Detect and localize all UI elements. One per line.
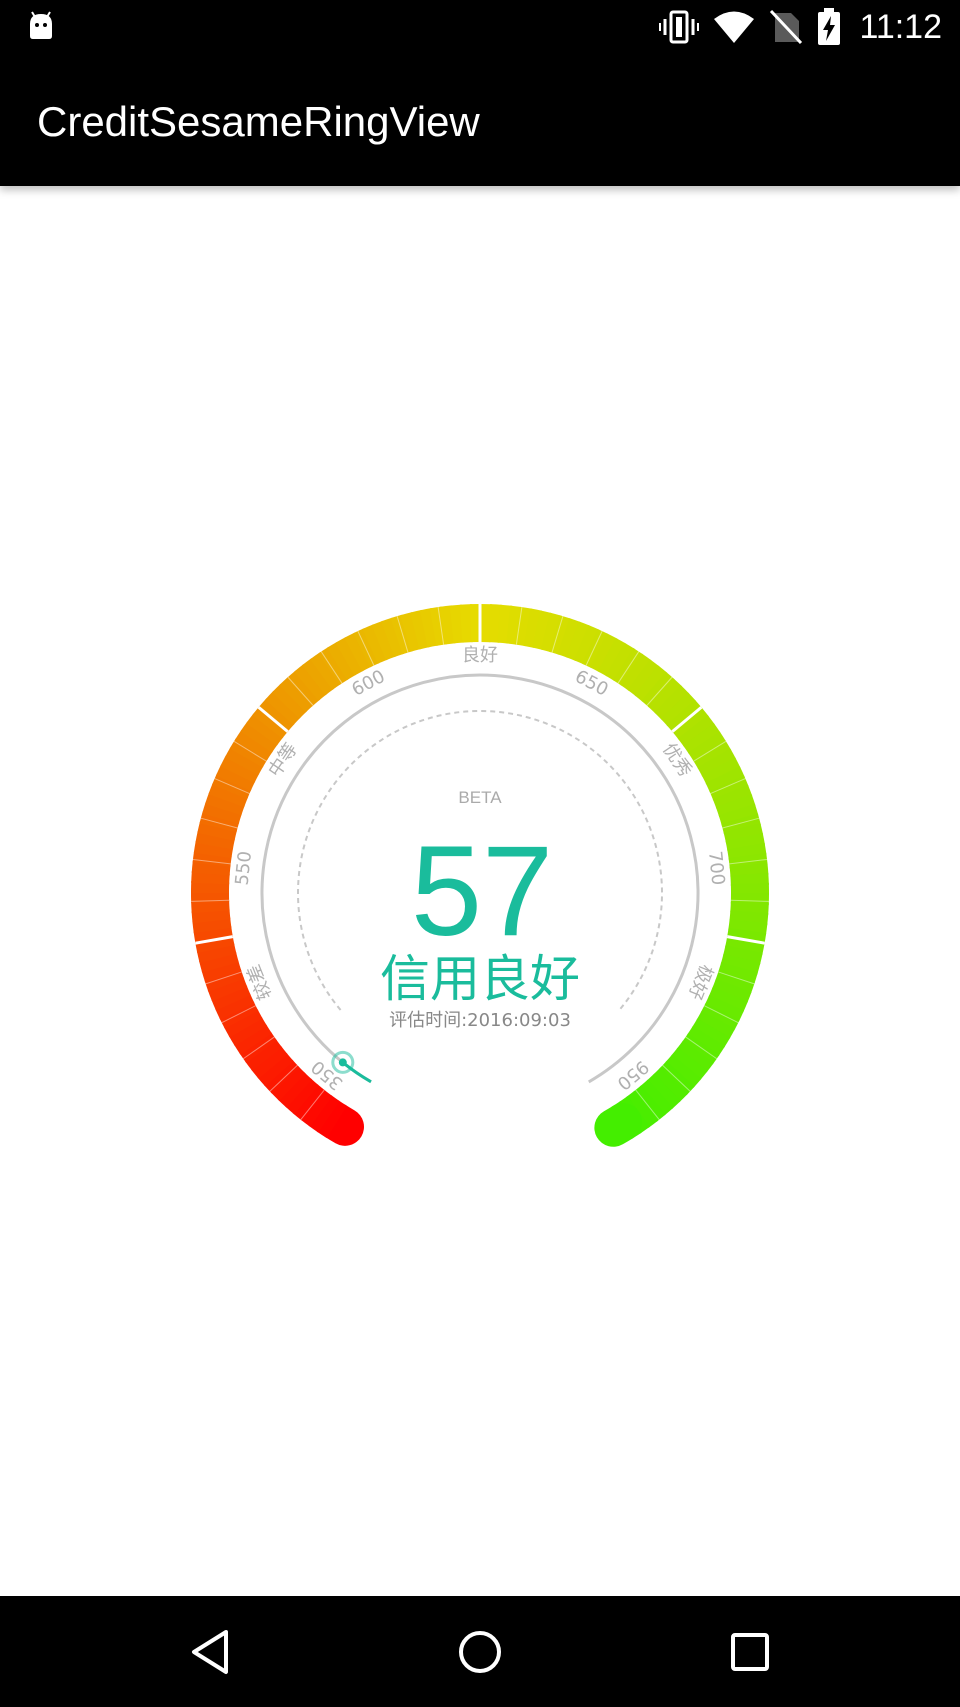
battery-charging-icon [817, 8, 841, 46]
scale-label: 良好 [462, 645, 498, 666]
progress-indicator-dot [338, 1058, 347, 1067]
navigation-bar [0, 1596, 960, 1707]
wifi-icon [713, 10, 755, 44]
evaluation-time: 评估时间:2016:09:03 [389, 1010, 571, 1031]
back-icon [192, 1629, 228, 1674]
app-title: CreditSesameRingView [37, 98, 480, 145]
credit-score: 57 [411, 820, 553, 963]
no-sim-icon [769, 9, 803, 45]
credit-ring-svg: 350较差550中等600良好650优秀700极好950 BETA 57 信用良… [191, 604, 769, 1147]
status-time: 11:12 [859, 7, 942, 46]
outer-ring-segment [594, 1102, 643, 1147]
recents-icon [731, 1632, 769, 1671]
scale-label: 700 [704, 850, 728, 886]
rating-text: 信用良好 [380, 950, 580, 1008]
app-bar: CreditSesameRingView [0, 54, 960, 186]
status-bar: 11:12 [0, 0, 960, 54]
vibrate-icon [659, 9, 700, 45]
scale-label: 550 [232, 850, 256, 886]
home-button[interactable] [420, 1596, 540, 1707]
home-icon [459, 1630, 501, 1673]
android-icon [26, 10, 56, 42]
credit-ring-view: 350 较差 550 中等 600 良好 650 优秀 700 极好 950 BETA 57 信用良… [0, 186, 960, 1596]
beta-label: BETA [458, 788, 502, 807]
recents-button[interactable] [690, 1596, 810, 1707]
back-button[interactable] [150, 1596, 270, 1707]
